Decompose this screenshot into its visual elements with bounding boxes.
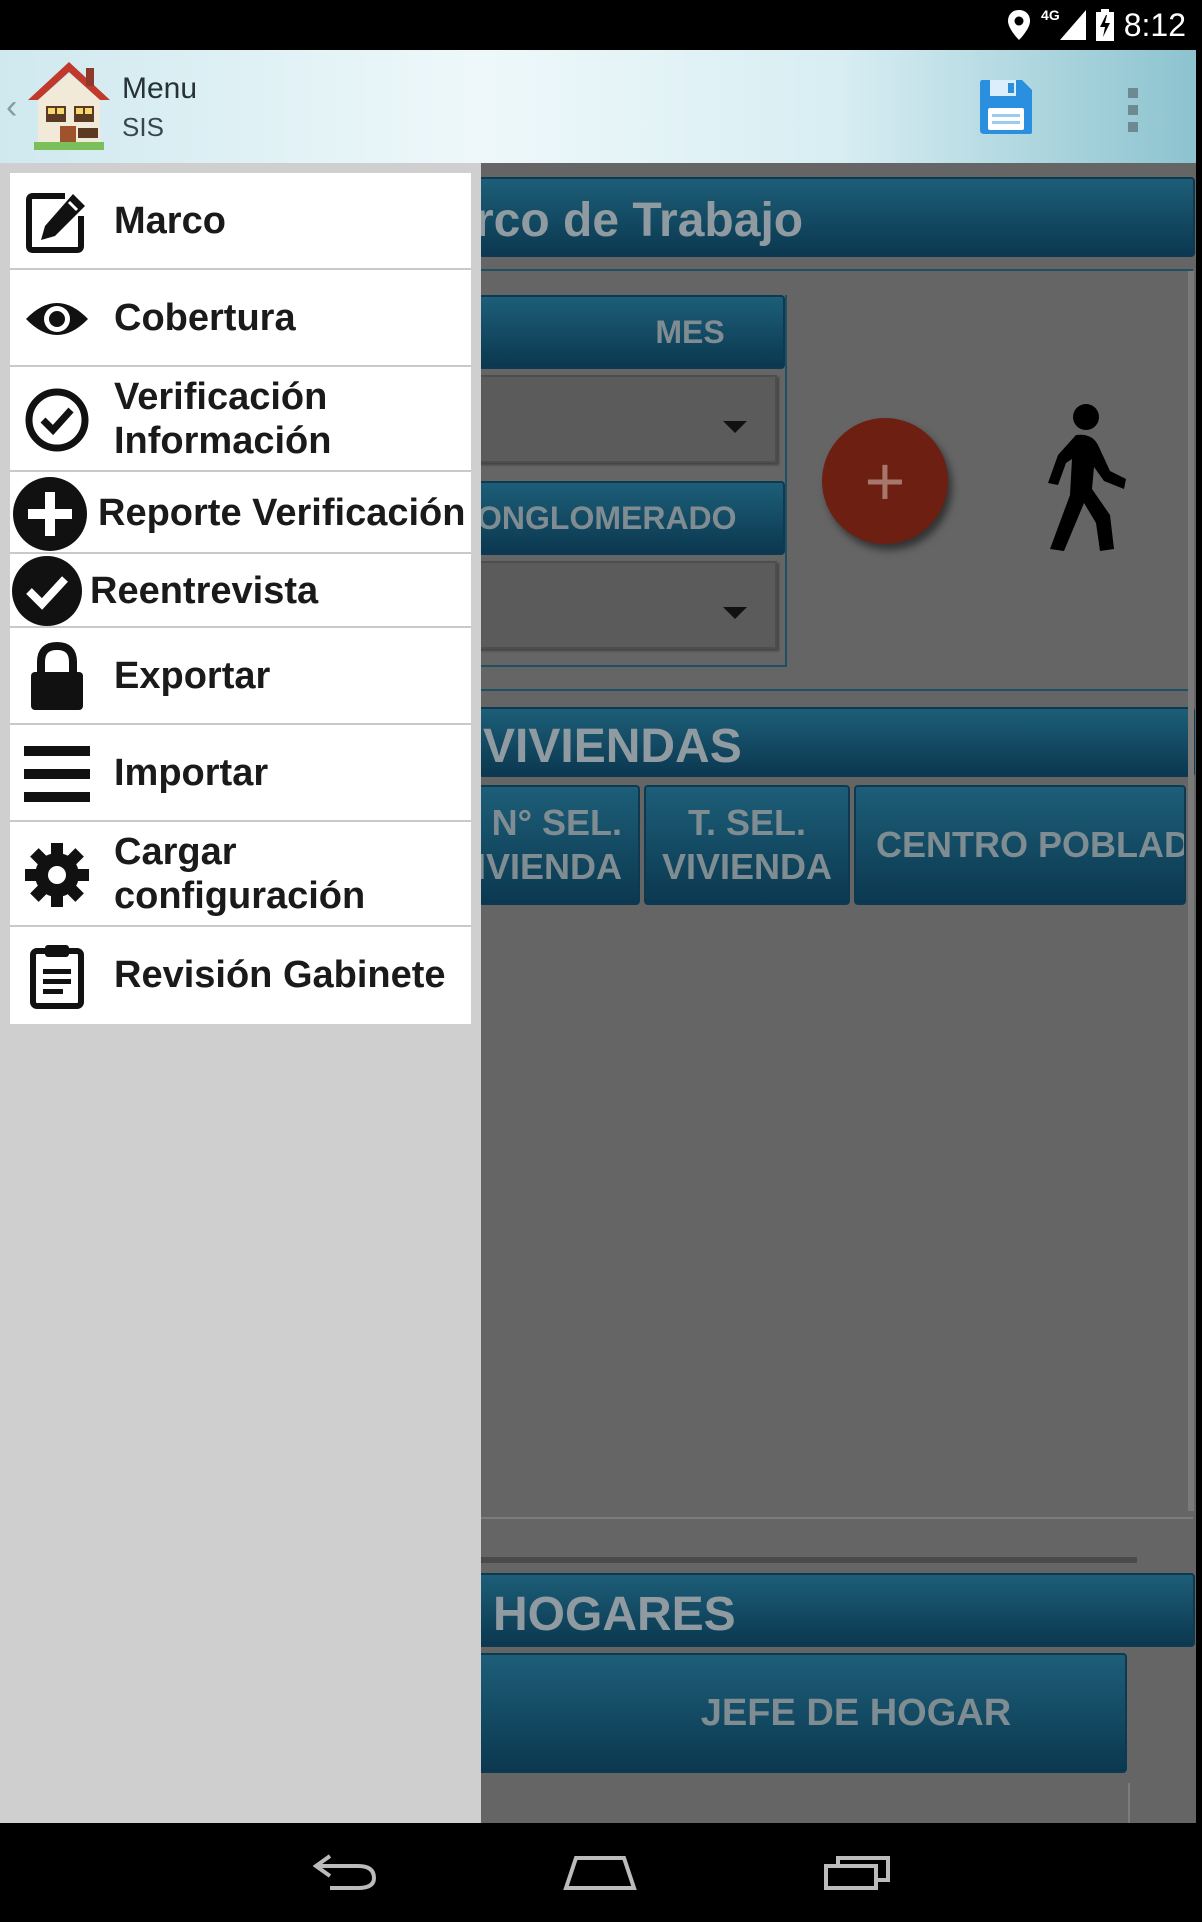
lock-icon — [22, 640, 92, 714]
eye-icon — [22, 284, 92, 354]
drawer-item-revision-gabinete[interactable]: Revisión Gabinete — [10, 927, 471, 1024]
save-icon[interactable] — [978, 78, 1034, 136]
drawer-item-label: Marco — [114, 200, 226, 242]
drawer-item-label-line1: Verificación — [114, 376, 328, 418]
plus-icon: + — [864, 442, 906, 520]
dropdown-caret-icon — [723, 421, 747, 433]
home-icon[interactable] — [562, 1847, 638, 1897]
house-logo-icon[interactable] — [24, 60, 114, 152]
overflow-menu-icon[interactable] — [1122, 84, 1144, 134]
navigation-drawer: Marco Cobertura Verificación Información — [0, 163, 481, 1823]
drawer-item-exportar[interactable]: Exportar — [10, 628, 471, 725]
cluster-button[interactable]: ONGLOMERADO — [455, 481, 785, 555]
dwellings-section-header: VIVIENDAS — [455, 707, 1195, 777]
walking-person-icon[interactable] — [1020, 403, 1130, 553]
month-button[interactable]: MES — [455, 295, 785, 369]
frame-section-header: rco de Trabajo — [455, 177, 1195, 257]
horizontal-scrollbar[interactable] — [481, 1557, 1137, 1563]
drawer-item-cargar-configuracion[interactable]: Cargar configuración — [10, 822, 471, 927]
drawer-item-label: Reporte Verificación — [98, 492, 466, 534]
column-selected-number[interactable]: N° SEL. IVIENDA — [455, 785, 640, 905]
status-icons: 4G 8:12 — [1007, 0, 1186, 50]
plus-circle-icon — [12, 476, 88, 552]
drawer-item-label: Cobertura — [114, 297, 296, 339]
network-type: 4G — [1041, 7, 1060, 23]
column-populated-center[interactable]: CENTRO POBLADO — [854, 785, 1186, 905]
action-bar: ‹ Menu SIS — [0, 50, 1196, 163]
month-spinner[interactable] — [455, 375, 777, 463]
drawer-item-label: Revisión Gabinete — [114, 954, 446, 996]
status-bar: 4G 8:12 — [0, 0, 1202, 50]
drawer-item-reentrevista[interactable]: Reentrevista — [10, 554, 471, 628]
gear-icon — [22, 840, 92, 910]
household-head-button[interactable]: JEFE DE HOGAR — [455, 1653, 1127, 1773]
drawer-menu-list: Marco Cobertura Verificación Información — [10, 173, 471, 1024]
edit-icon — [22, 187, 92, 257]
column-selected-type[interactable]: T. SEL. VIVIENDA — [644, 785, 850, 905]
check-circle-outline-icon — [22, 385, 92, 455]
battery-icon — [1095, 9, 1114, 41]
app-subtitle: SIS — [122, 112, 164, 142]
drawer-item-label-line2: Información — [114, 420, 332, 462]
drawer-item-cobertura[interactable]: Cobertura — [10, 270, 471, 367]
drawer-item-importar[interactable]: Importar — [10, 725, 471, 822]
add-fab-button[interactable]: + — [822, 418, 948, 544]
drawer-item-marco[interactable]: Marco — [10, 173, 471, 270]
app-title: Menu — [122, 72, 198, 105]
drawer-item-reporte-verificacion[interactable]: Reporte Verificación — [10, 472, 471, 554]
drawer-item-verificacion-informacion[interactable]: Verificación Información — [10, 367, 471, 472]
back-icon[interactable] — [310, 1847, 380, 1897]
system-nav-bar — [0, 1823, 1202, 1922]
check-circle-filled-icon — [10, 554, 84, 628]
dropdown-caret-icon — [723, 607, 747, 619]
drawer-item-label-line1: Cargar — [114, 831, 237, 873]
recent-apps-icon[interactable] — [822, 1847, 892, 1897]
cluster-spinner[interactable] — [455, 561, 777, 649]
vertical-scrollbar[interactable] — [1188, 271, 1194, 1511]
clipboard-icon — [22, 939, 92, 1013]
drawer-item-label: Reentrevista — [90, 570, 319, 612]
drawer-item-label-line2: configuración — [114, 875, 366, 917]
up-chevron-icon[interactable]: ‹ — [6, 88, 17, 127]
drawer-item-label: Exportar — [114, 655, 271, 697]
households-section-header: HOGARES — [455, 1573, 1195, 1647]
menu-lines-icon — [22, 739, 92, 809]
status-time: 8:12 — [1123, 6, 1186, 43]
signal-icon — [1059, 10, 1086, 40]
drawer-item-label: Importar — [114, 752, 269, 794]
location-icon — [1008, 10, 1031, 40]
